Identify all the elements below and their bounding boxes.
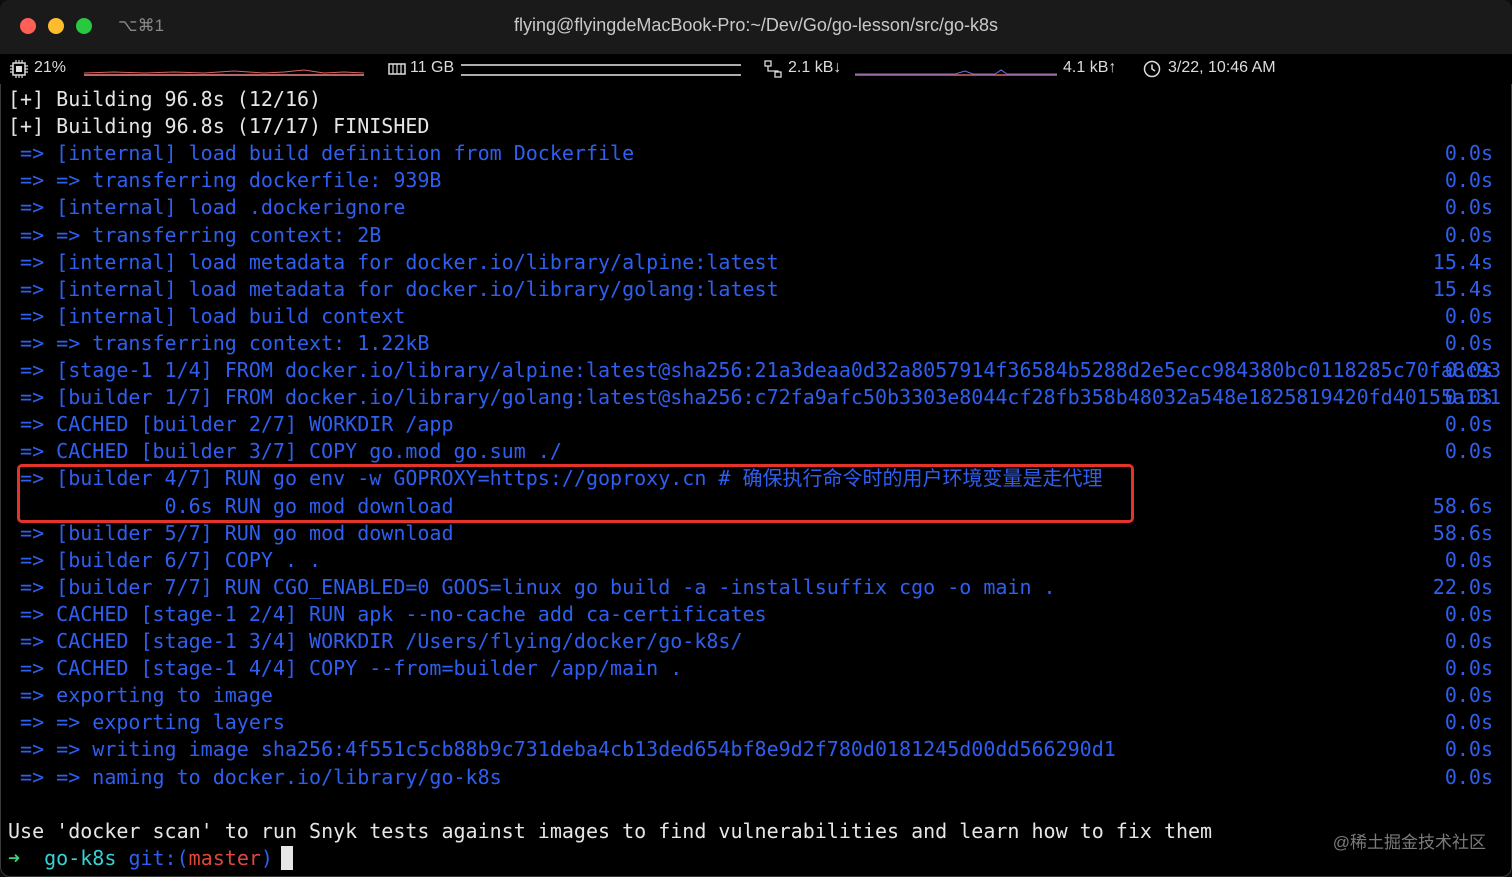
terminal-line-duration: 0.0s (1444, 358, 1493, 382)
terminal-line-text: => CACHED [builder 2/7] WORKDIR /app (8, 412, 454, 437)
terminal-line-text: => => exporting layers (8, 710, 285, 735)
terminal-line-duration: 0.0s (1444, 656, 1493, 681)
terminal-line: => exporting to image 0.0s (0, 682, 1512, 709)
terminal-line: => => writing image sha256:4f551c5cb88b9… (0, 736, 1512, 763)
docker-scan-hint: Use 'docker scan' to run Snyk tests agai… (8, 819, 1213, 843)
terminal-line-duration: 0.0s (1444, 439, 1493, 464)
terminal-line-duration: 22.0s (1432, 574, 1493, 599)
text-cursor (280, 846, 293, 870)
prompt-arrow-icon: ➜ (8, 846, 21, 870)
network-upload: 4.1 kB↑ (1063, 59, 1117, 76)
terminal-line: => => exporting layers 0.0s (0, 709, 1512, 736)
terminal-line-text: => [internal] load .dockerignore (8, 195, 406, 220)
network-sparkline (855, 69, 1057, 76)
terminal-line-duration: 58.6s (1432, 520, 1493, 545)
terminal-line-duration: 0.0s (1444, 547, 1493, 572)
terminal-window: ⌥⌘1 flying@flyingdeMacBook-Pro:~/Dev/Go/… (0, 0, 1512, 877)
memory-usage: 11 GB (410, 59, 455, 76)
terminal-line: => [builder 5/7] RUN go mod download 58.6… (0, 520, 1512, 547)
terminal-line-text: => => naming to docker.io/library/go-k8s (8, 764, 502, 789)
terminal-line-text: => CACHED [stage-1 4/4] COPY --from=buil… (8, 656, 683, 681)
terminal-line: => CACHED [builder 3/7] COPY go.mod go.s… (0, 438, 1512, 465)
memory-icon (388, 63, 406, 75)
terminal-line-text: => CACHED [builder 3/7] COPY go.mod go.s… (8, 439, 562, 464)
terminal-line-duration: 0.0s (1444, 710, 1493, 735)
terminal-line-text: => [builder 6/7] COPY . . (8, 547, 322, 572)
terminal-line: => [internal] load .dockerignore 0.0s (0, 194, 1512, 221)
clock-datetime: 3/22, 10:46 AM (1168, 59, 1276, 76)
terminal-line-text: => CACHED [stage-1 3/4] WORKDIR /Users/f… (8, 629, 743, 653)
terminal-line: => [stage-1 1/4] FROM docker.io/library/… (0, 357, 1512, 384)
terminal-line-text: => => transferring context: 2B (8, 222, 382, 247)
terminal-line-duration: 58.6s (1432, 493, 1493, 518)
terminal-line-duration: 0.0s (1444, 737, 1493, 762)
terminal-line: [+] Building 96.8s (12/16) (0, 86, 1512, 113)
terminal-line: => [internal] load build definition from… (0, 140, 1512, 167)
terminal-line-duration: 0.0s (1444, 168, 1493, 193)
terminal-line-text: [+] Building 96.8s (12/16) (8, 87, 322, 111)
terminal-line-text: => [builder 7/7] RUN CGO_ENABLED=0 GOOS=… (8, 574, 1056, 599)
terminal-line: => => transferring context: 2B 0.0s (0, 222, 1512, 249)
terminal-line: => => transferring context: 1.22kB 0.0s (0, 330, 1512, 357)
terminal-line-text: => [builder 5/7] RUN go mod download (8, 520, 454, 545)
terminal-line: => [internal] load metadata for docker.i… (0, 249, 1512, 276)
window-title: flying@flyingdeMacBook-Pro:~/Dev/Go/go-l… (514, 15, 998, 35)
status-bar: 21% 11 GB 2.1 kB↓ 4.1 kB↑ 3/22, 10:46 AM (0, 54, 1512, 84)
terminal-line-text: => [internal] load build definition from… (8, 141, 635, 166)
terminal-line-duration: 0.0s (1444, 385, 1493, 410)
terminal-line-text: => [internal] load metadata for docker.i… (8, 249, 779, 274)
terminal-line-text: => [internal] load metadata for docker.i… (8, 276, 779, 301)
cpu-icon (10, 60, 28, 78)
terminal-line-text: => [stage-1 1/4] FROM docker.io/library/… (8, 358, 1502, 382)
terminal-line-duration: 0.0s (1444, 601, 1493, 626)
terminal-line-text: => CACHED [stage-1 2/4] RUN apk --no-cac… (8, 601, 767, 626)
terminal-line: [+] Building 96.8s (17/17) FINISHED (0, 113, 1512, 140)
terminal-line: => [internal] load metadata for docker.i… (0, 276, 1512, 303)
terminal-line: => [builder 6/7] COPY . . 0.0s (0, 547, 1512, 574)
terminal-line-duration: 15.4s (1432, 276, 1493, 301)
terminal-line-text: => [builder 1/7] FROM docker.io/library/… (8, 385, 1502, 410)
cpu-usage: 21% (34, 59, 67, 76)
terminal-line: => CACHED [stage-1 4/4] COPY --from=buil… (0, 655, 1512, 682)
terminal-line-text: => [internal] load build context (8, 303, 406, 328)
title-bar: ⌥⌘1 flying@flyingdeMacBook-Pro:~/Dev/Go/… (0, 0, 1512, 54)
highlight-box (17, 464, 1134, 523)
terminal-line-text: => => transferring dockerfile: 939B (8, 168, 442, 193)
terminal-line-duration: 0.0s (1444, 330, 1493, 355)
terminal-line-duration: 0.0s (1444, 629, 1493, 653)
terminal-line-duration: 0.0s (1444, 303, 1493, 328)
terminal-line-duration: 0.0s (1444, 683, 1493, 708)
terminal-line-text: => => transferring context: 1.22kB (8, 330, 430, 355)
network-icon (764, 60, 782, 78)
terminal-line-duration: 0.0s (1444, 222, 1493, 247)
terminal-line: => [builder 1/7] FROM docker.io/library/… (0, 384, 1512, 411)
terminal-line-text: => => writing image sha256:4f551c5cb88b9… (8, 737, 1116, 762)
terminal-line: => [internal] load build context 0.0s (0, 303, 1512, 330)
network-download: 2.1 kB↓ (788, 59, 842, 76)
terminal-line: => [builder 7/7] RUN CGO_ENABLED=0 GOOS=… (0, 574, 1512, 601)
terminal-line: => => transferring dockerfile: 939B 0.0s (0, 167, 1512, 194)
terminal-line: => CACHED [stage-1 3/4] WORKDIR /Users/f… (0, 628, 1512, 655)
terminal-output[interactable]: [+] Building 96.8s (12/16) [+] Building 9… (0, 86, 1512, 877)
shell-prompt[interactable]: ➜ go-k8s git:(master) (0, 845, 1512, 872)
terminal-line-text: [+] Building 96.8s (17/17) FINISHED (8, 114, 430, 139)
terminal-line-duration: 0.0s (1444, 195, 1493, 220)
memory-sparkline (461, 64, 741, 76)
prompt-git-close: ) (260, 846, 273, 870)
terminal-line: => CACHED [stage-1 2/4] RUN apk --no-cac… (0, 601, 1512, 628)
terminal-line-duration: 0.0s (1444, 764, 1493, 789)
prompt-git-label: git:( (128, 846, 189, 870)
clock-icon (1143, 60, 1161, 78)
terminal-line-duration: 15.4s (1432, 249, 1493, 274)
prompt-directory: go-k8s (44, 846, 117, 870)
terminal-line: => => naming to docker.io/library/go-k8s… (0, 764, 1512, 791)
cpu-sparkline (84, 69, 364, 76)
terminal-line: => CACHED [builder 2/7] WORKDIR /app 0.0s (0, 411, 1512, 438)
terminal-line-text: => exporting to image (8, 683, 273, 708)
terminal-line-duration: 0.0s (1444, 412, 1493, 437)
terminal-line-duration: 0.0s (1444, 141, 1493, 166)
prompt-git-branch: master (188, 846, 261, 870)
watermark: @稀土掘金技术社区 (1332, 833, 1486, 852)
